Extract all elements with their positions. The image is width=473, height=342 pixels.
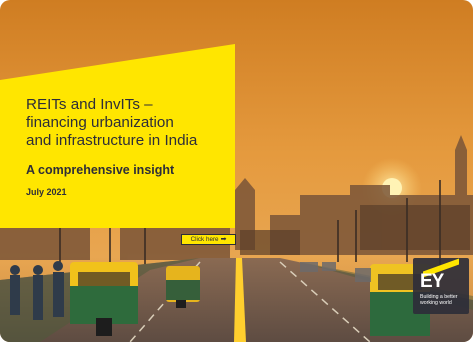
click-here-label: Click here xyxy=(190,236,219,243)
banner-title-line3: and infrastructure in India xyxy=(26,132,198,149)
banner-text: REITs and InvITs – financing urbanizatio… xyxy=(26,96,231,198)
logo-tagline: Building a better working world xyxy=(420,294,468,306)
click-here-button[interactable]: Click here ➡ xyxy=(181,234,236,245)
logo-tagline-line2: working world xyxy=(420,300,452,306)
auto-rickshaw-center xyxy=(166,266,200,308)
banner-title: REITs and InvITs – financing urbanizatio… xyxy=(26,96,231,150)
logo-brand: EY xyxy=(420,271,444,292)
hero-banner: REITs and InvITs – financing urbanizatio… xyxy=(0,0,473,342)
arrow-right-icon: ➡ xyxy=(220,236,227,243)
ey-logo: EY Building a better working world xyxy=(413,258,469,314)
banner-subtitle: A comprehensive insight xyxy=(26,163,175,177)
banner-title-line2: financing urbanization xyxy=(26,114,174,131)
banner-date: July 2021 xyxy=(26,187,67,197)
banner-title-line1: REITs and InvITs – xyxy=(26,96,153,113)
